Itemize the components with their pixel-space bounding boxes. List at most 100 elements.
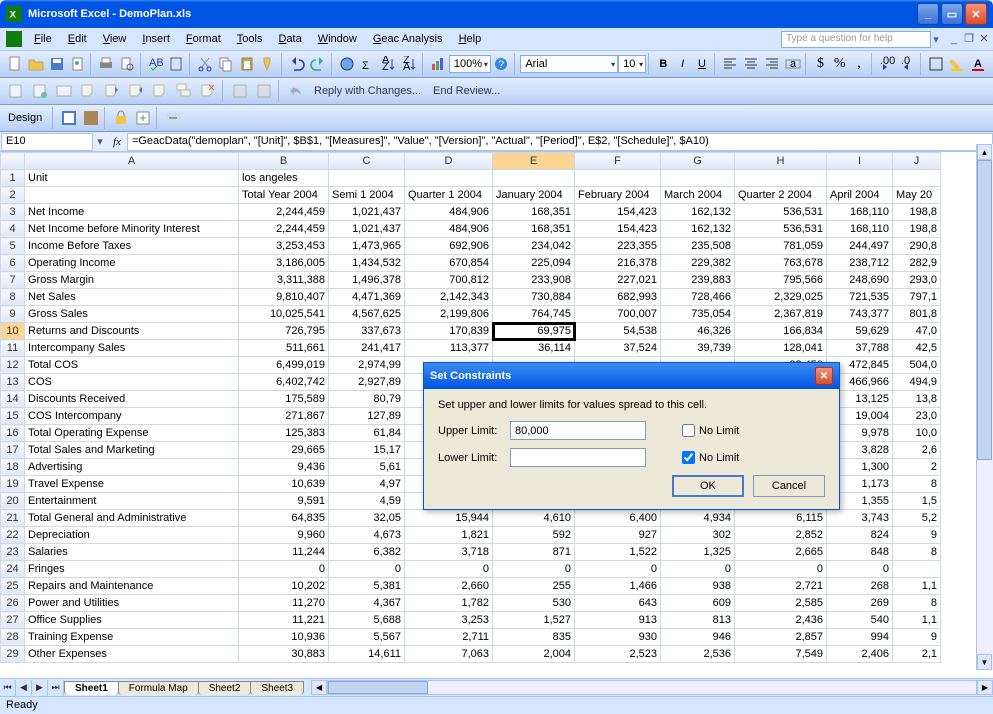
cell-D6[interactable]: 670,854 [405, 255, 493, 272]
row-header-16[interactable]: 16 [1, 425, 25, 442]
design-btn-2[interactable] [80, 107, 102, 129]
cell-J6[interactable]: 282,9 [893, 255, 941, 272]
cell-H5[interactable]: 781,059 [735, 238, 827, 255]
cell-G26[interactable]: 609 [661, 595, 735, 612]
undo-icon[interactable] [288, 53, 307, 75]
menu-tools[interactable]: Tools [229, 31, 271, 47]
row-header-15[interactable]: 15 [1, 408, 25, 425]
cell-E21[interactable]: 4,610 [493, 510, 575, 527]
r-icon11[interactable] [253, 80, 275, 102]
cell-F1[interactable] [575, 170, 661, 187]
cell-A6[interactable]: Operating Income [25, 255, 239, 272]
cell-B3[interactable]: 2,244,459 [239, 204, 329, 221]
menu-file[interactable]: File [26, 31, 60, 47]
sheet-tab-sheet3[interactable]: Sheet3 [250, 681, 304, 695]
cell-E8[interactable]: 730,884 [493, 289, 575, 306]
percent-icon[interactable]: % [831, 53, 848, 75]
cell-I6[interactable]: 238,712 [827, 255, 893, 272]
cell-I9[interactable]: 743,377 [827, 306, 893, 323]
cell-B18[interactable]: 9,436 [239, 459, 329, 476]
permissions-icon[interactable] [68, 53, 87, 75]
cell-H4[interactable]: 536,531 [735, 221, 827, 238]
cell-H21[interactable]: 6,115 [735, 510, 827, 527]
cell-G2[interactable]: March 2004 [661, 187, 735, 204]
cell-H26[interactable]: 2,585 [735, 595, 827, 612]
cell-C22[interactable]: 4,673 [329, 527, 405, 544]
cell-B6[interactable]: 3,186,005 [239, 255, 329, 272]
cell-H8[interactable]: 2,329,025 [735, 289, 827, 306]
col-header-B[interactable]: B [239, 153, 329, 170]
hyperlink-icon[interactable] [337, 53, 356, 75]
cell-A8[interactable]: Net Sales [25, 289, 239, 306]
cell-G25[interactable]: 938 [661, 578, 735, 595]
cell-A4[interactable]: Net Income before Minority Interest [25, 221, 239, 238]
cell-H29[interactable]: 7,549 [735, 646, 827, 663]
align-right-icon[interactable] [762, 53, 781, 75]
cell-B13[interactable]: 6,402,742 [239, 374, 329, 391]
cell-D22[interactable]: 1,821 [405, 527, 493, 544]
font-name-combo[interactable]: Arial [520, 55, 618, 73]
row-header-9[interactable]: 9 [1, 306, 25, 323]
cell-B5[interactable]: 3,253,453 [239, 238, 329, 255]
align-center-icon[interactable] [741, 53, 760, 75]
row-header-5[interactable]: 5 [1, 238, 25, 255]
cell-C24[interactable]: 0 [329, 561, 405, 578]
row-header-22[interactable]: 22 [1, 527, 25, 544]
col-header-E[interactable]: E [493, 153, 575, 170]
align-left-icon[interactable] [720, 53, 739, 75]
cell-A21[interactable]: Total General and Administrative [25, 510, 239, 527]
cell-I24[interactable]: 0 [827, 561, 893, 578]
cell-B27[interactable]: 11,221 [239, 612, 329, 629]
name-box-dropdown-icon[interactable]: ▾ [93, 135, 107, 148]
menu-view[interactable]: View [95, 31, 135, 47]
cell-B29[interactable]: 30,883 [239, 646, 329, 663]
cell-H9[interactable]: 2,367,819 [735, 306, 827, 323]
tab-nav-last-icon[interactable]: ⏭ [48, 680, 64, 696]
lower-no-limit-checkbox[interactable] [682, 451, 695, 464]
merge-center-icon[interactable]: a [783, 53, 802, 75]
cell-D10[interactable]: 170,839 [405, 323, 493, 340]
cell-E9[interactable]: 764,745 [493, 306, 575, 323]
font-color-icon[interactable]: A [969, 53, 988, 75]
cell-B1[interactable]: los angeles [239, 170, 329, 187]
row-header-13[interactable]: 13 [1, 374, 25, 391]
cell-I21[interactable]: 3,743 [827, 510, 893, 527]
menu-edit[interactable]: Edit [60, 31, 95, 47]
cell-C23[interactable]: 6,382 [329, 544, 405, 561]
cancel-button[interactable]: Cancel [753, 475, 825, 497]
cell-E2[interactable]: January 2004 [493, 187, 575, 204]
col-header-F[interactable]: F [575, 153, 661, 170]
cell-G9[interactable]: 735,054 [661, 306, 735, 323]
cell-A18[interactable]: Advertising [25, 459, 239, 476]
cell-G6[interactable]: 229,382 [661, 255, 735, 272]
cell-J1[interactable] [893, 170, 941, 187]
cell-H6[interactable]: 763,678 [735, 255, 827, 272]
cell-F5[interactable]: 223,355 [575, 238, 661, 255]
cell-A29[interactable]: Other Expenses [25, 646, 239, 663]
cell-D28[interactable]: 2,711 [405, 629, 493, 646]
cell-E29[interactable]: 2,004 [493, 646, 575, 663]
row-header-8[interactable]: 8 [1, 289, 25, 306]
cell-B21[interactable]: 64,835 [239, 510, 329, 527]
cell-J3[interactable]: 198,8 [893, 204, 941, 221]
cell-G5[interactable]: 235,508 [661, 238, 735, 255]
cell-I27[interactable]: 540 [827, 612, 893, 629]
row-header-2[interactable]: 2 [1, 187, 25, 204]
cell-A15[interactable]: COS Intercompany [25, 408, 239, 425]
cell-G22[interactable]: 302 [661, 527, 735, 544]
doc-minimize-button[interactable]: _ [947, 32, 961, 46]
cell-B11[interactable]: 511,661 [239, 340, 329, 357]
row-header-20[interactable]: 20 [1, 493, 25, 510]
cell-J16[interactable]: 10,0 [893, 425, 941, 442]
row-header-25[interactable]: 25 [1, 578, 25, 595]
cell-I5[interactable]: 244,497 [827, 238, 893, 255]
cell-G24[interactable]: 0 [661, 561, 735, 578]
tab-nav-first-icon[interactable]: ⏮ [0, 680, 16, 696]
doc-close-button[interactable]: ✕ [977, 32, 991, 46]
minimize-button[interactable]: _ [917, 3, 939, 25]
row-header-10[interactable]: 10 [1, 323, 25, 340]
cell-H25[interactable]: 2,721 [735, 578, 827, 595]
cell-B2[interactable]: Total Year 2004 [239, 187, 329, 204]
cell-C18[interactable]: 5,61 [329, 459, 405, 476]
cell-F4[interactable]: 154,423 [575, 221, 661, 238]
